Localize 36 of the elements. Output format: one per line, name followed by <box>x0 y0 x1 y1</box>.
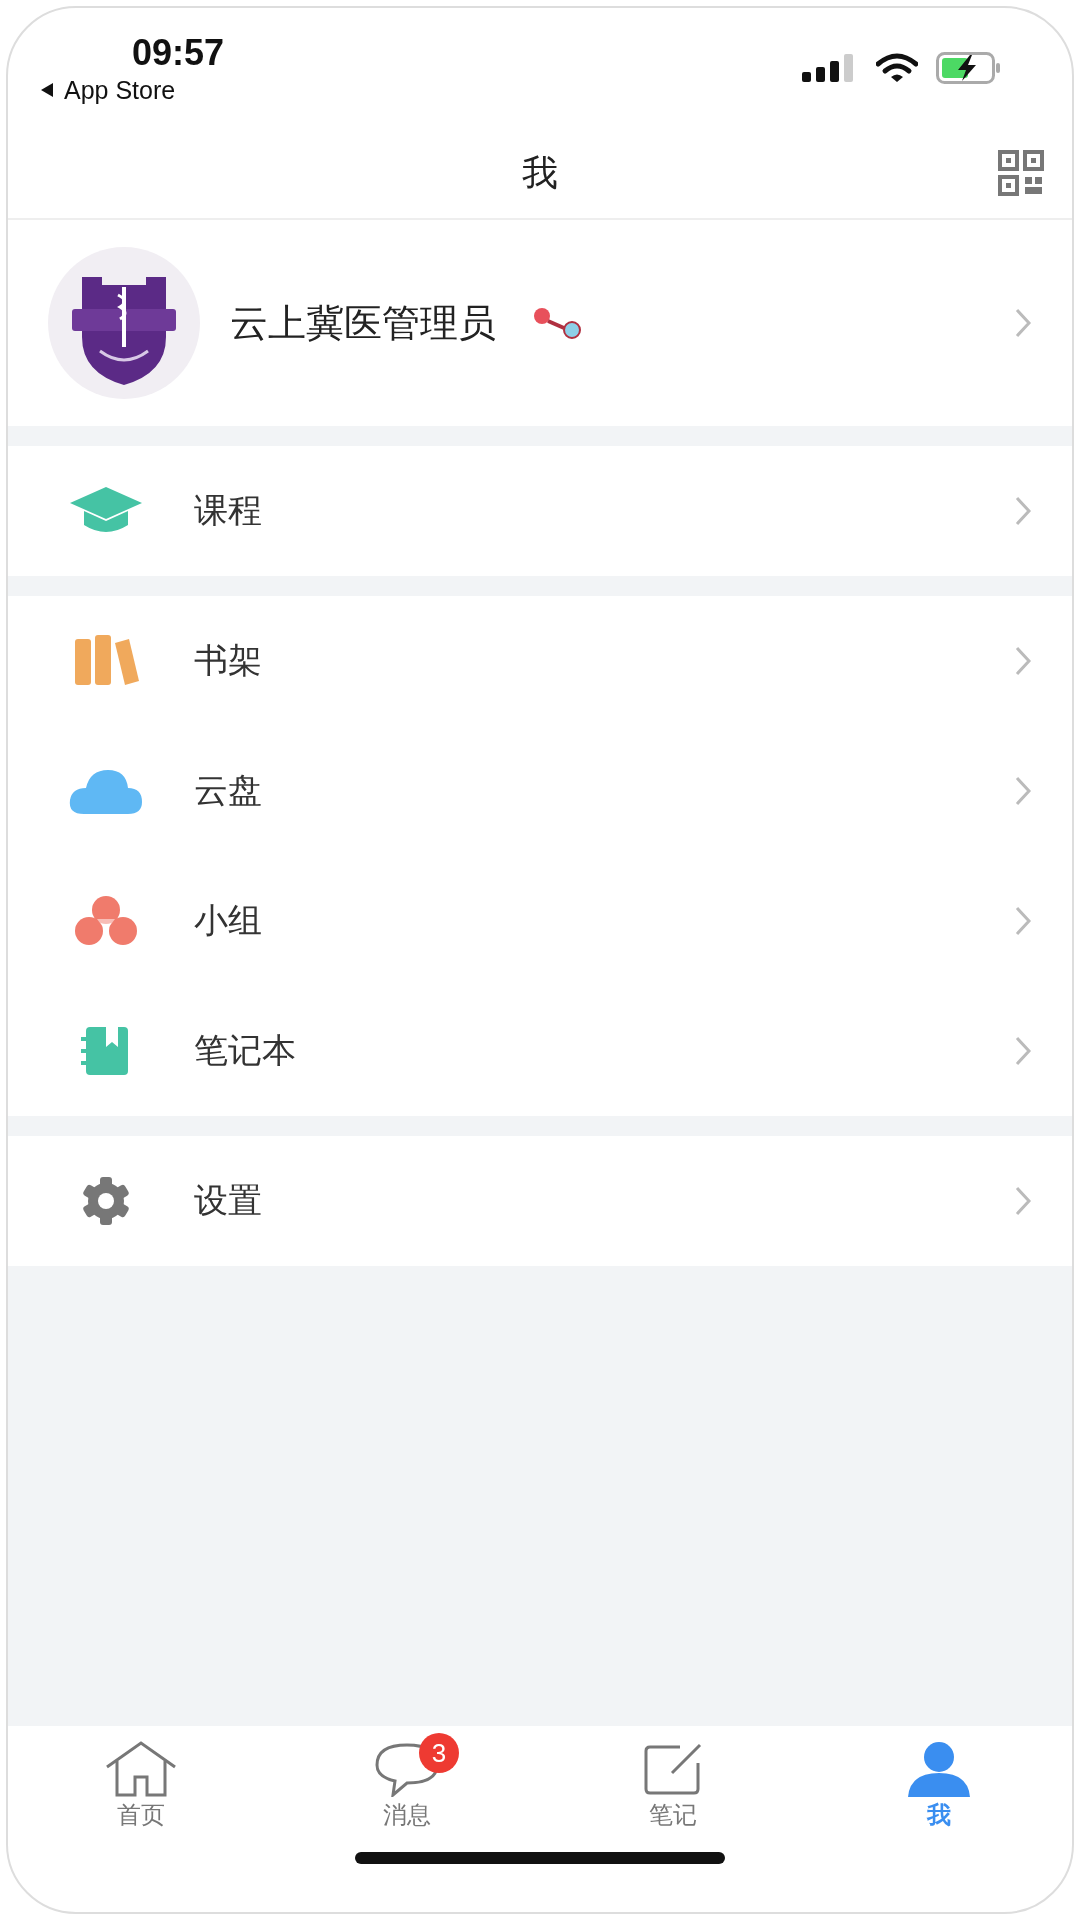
menu-label: 课程 <box>194 489 262 532</box>
status-time: 09:57 <box>132 31 225 74</box>
menu-item[interactable]: 笔记本 <box>8 986 1072 1116</box>
profile-row[interactable]: 云上冀医管理员 <box>8 220 1072 446</box>
wifi-icon <box>876 53 918 83</box>
menu-item[interactable]: 课程 <box>8 446 1072 576</box>
menu-item[interactable]: 设置 <box>8 1136 1072 1266</box>
chevron-icon <box>1014 1035 1032 1067</box>
tab-item[interactable]: 首页 <box>8 1726 274 1846</box>
tab-item[interactable]: 笔记 <box>540 1726 806 1846</box>
user-name: 云上冀医管理员 <box>230 299 496 347</box>
chevron-icon <box>1014 495 1032 527</box>
emblem-icon <box>48 247 200 399</box>
menu-label: 书架 <box>194 639 262 682</box>
cloud-icon <box>68 768 144 814</box>
chevron-icon <box>1014 775 1032 807</box>
chevron-icon <box>1014 307 1032 339</box>
chevron-icon <box>1014 905 1032 937</box>
menu-label: 云盘 <box>194 769 262 812</box>
menu-item[interactable]: 云盘 <box>8 726 1072 856</box>
menu-label: 小组 <box>194 899 262 942</box>
menu-item[interactable]: 书架 <box>8 596 1072 726</box>
unread-badge: 3 <box>419 1733 459 1773</box>
edit-icon <box>642 1741 704 1797</box>
qr-code-icon[interactable] <box>998 150 1044 196</box>
chevron-icon <box>1014 1185 1032 1217</box>
person-icon <box>906 1741 972 1797</box>
menu-item[interactable]: 小组 <box>8 856 1072 986</box>
chevron-icon <box>1014 645 1032 677</box>
page-title: 我 <box>522 150 558 195</box>
home-icon <box>105 1741 177 1797</box>
menu-label: 笔记本 <box>194 1029 296 1072</box>
tab-item[interactable]: 3 消息 <box>274 1726 540 1846</box>
menu-label: 设置 <box>194 1179 262 1222</box>
back-link[interactable]: App Store <box>64 75 176 105</box>
battery-icon <box>936 52 1002 84</box>
